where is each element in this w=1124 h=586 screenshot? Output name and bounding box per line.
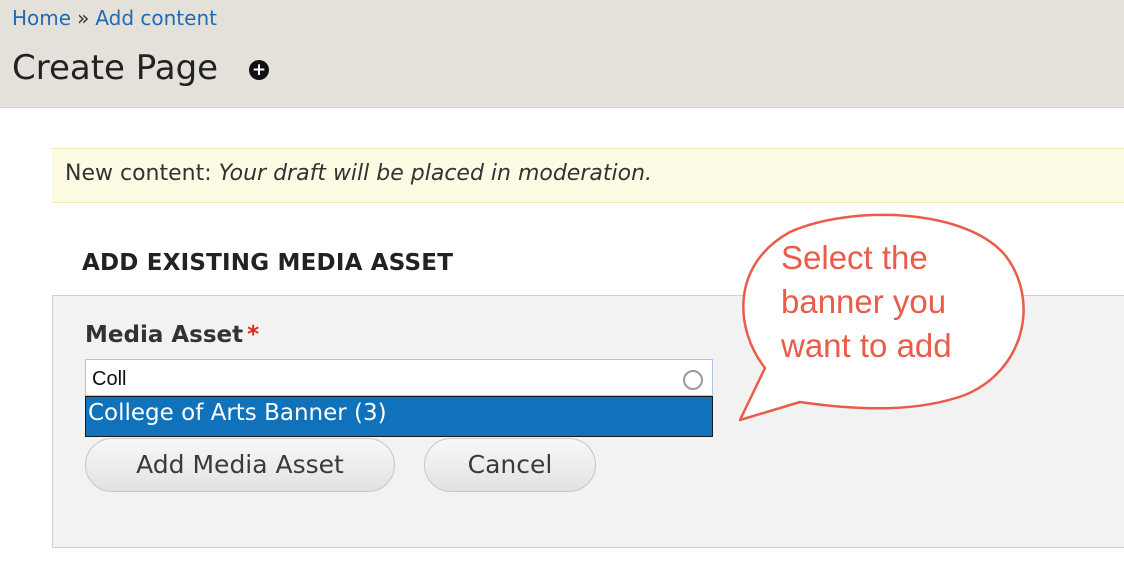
message-text: Your draft will be placed in moderation. [218, 161, 653, 186]
add-shortcut-icon[interactable]: + [249, 60, 269, 80]
message-label: New content: [65, 161, 212, 186]
breadcrumb-add-content-link[interactable]: Add content [95, 6, 217, 30]
breadcrumb-separator: » [77, 6, 90, 30]
media-asset-label: Media Asset * [85, 322, 259, 348]
page-title: Create Page [12, 48, 219, 88]
breadcrumb-home-link[interactable]: Home [12, 6, 71, 30]
required-marker: * [247, 322, 260, 348]
media-asset-input[interactable] [85, 359, 713, 396]
add-media-asset-button[interactable]: Add Media Asset [85, 438, 395, 492]
callout-text: Select the banner you want to add [781, 236, 952, 368]
callout-line-1: Select the [781, 239, 928, 276]
callout-line-3: want to add [781, 327, 952, 364]
breadcrumb: Home» Add content [12, 6, 217, 30]
media-asset-label-text: Media Asset [85, 322, 244, 348]
callout-line-2: banner you [781, 283, 947, 320]
moderation-message: New content: Your draft will be placed i… [52, 148, 1124, 203]
autocomplete-suggestion-selected[interactable]: College of Arts Banner (3) [85, 396, 713, 437]
page-header: Home» Add content Create Page + [0, 0, 1124, 108]
section-title: ADD EXISTING MEDIA ASSET [82, 250, 454, 276]
cancel-button[interactable]: Cancel [424, 438, 596, 492]
autocomplete-throbber-icon [683, 370, 703, 390]
